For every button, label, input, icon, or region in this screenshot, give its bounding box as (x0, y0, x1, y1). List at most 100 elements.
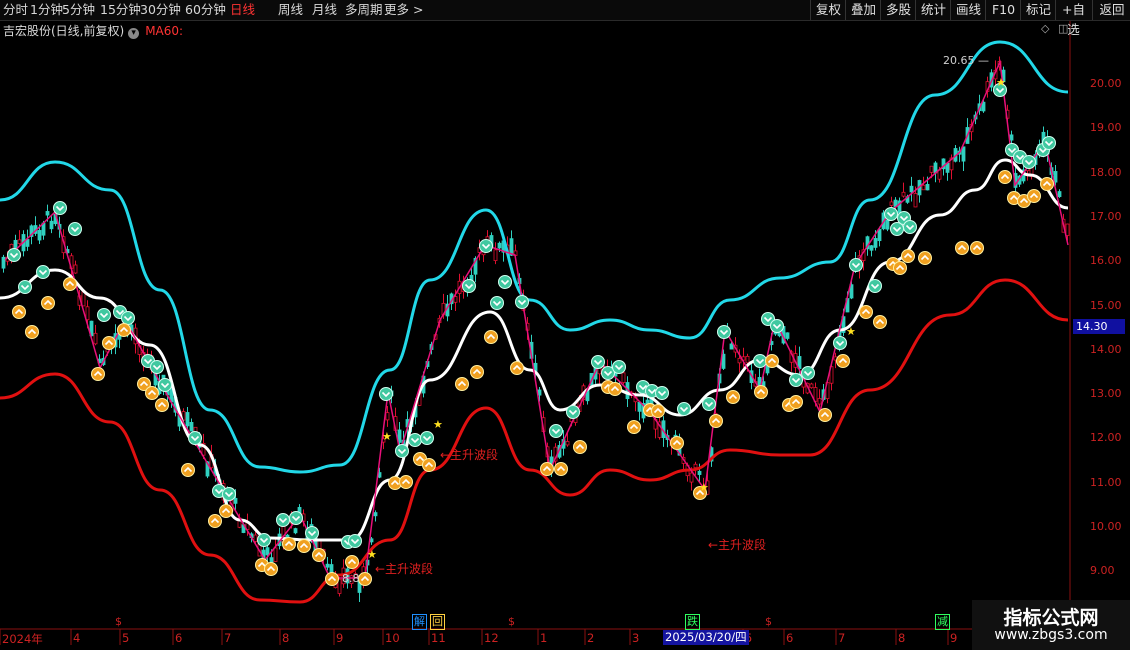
sell-signal-icon (655, 386, 669, 400)
period-tab-1[interactable]: 1分钟 (30, 0, 63, 20)
period-tab-4[interactable]: 30分钟 (140, 0, 181, 20)
sell-signal-icon (395, 444, 409, 458)
candle (809, 383, 814, 389)
kline-chart[interactable]: ★★★★★★ (0, 0, 1130, 650)
price-tick: 12.00 (1090, 431, 1122, 445)
date-tick: 10 (385, 631, 400, 645)
sell-signal-icon (18, 280, 32, 294)
buy-signal-icon (455, 377, 469, 391)
sell-signal-icon (612, 360, 626, 374)
candle (929, 165, 934, 173)
info-icon[interactable]: ▾ (128, 28, 140, 39)
candle (293, 528, 298, 534)
wave-label: ←主升波段 (440, 448, 499, 462)
buy-signal-icon (754, 385, 768, 399)
toolbar-button-2[interactable]: 多股 (880, 0, 916, 20)
buy-signal-icon (155, 398, 169, 412)
date-tick: 8 (282, 631, 290, 645)
period-tab-7[interactable]: 周线 (278, 0, 303, 20)
candle (385, 412, 390, 421)
event-marker[interactable]: 解 (412, 614, 427, 630)
candle (17, 239, 22, 244)
candle (873, 238, 878, 248)
toolbar-button-6[interactable]: 标记 (1020, 0, 1056, 20)
candle (925, 183, 930, 191)
buy-signal-icon (970, 241, 984, 255)
toolbar-button-7[interactable]: +自选 (1055, 0, 1091, 37)
buy-signal-icon (554, 462, 568, 476)
candle (901, 191, 906, 197)
sell-signal-icon (305, 526, 319, 540)
period-tab-8[interactable]: 月线 (312, 0, 337, 20)
buy-signal-icon (181, 463, 195, 477)
dividend-marker[interactable]: $ (765, 615, 772, 628)
candle (537, 389, 542, 396)
candle (1065, 223, 1070, 236)
toolbar-button-1[interactable]: 叠加 (845, 0, 881, 20)
sell-signal-icon (408, 433, 422, 447)
buy-signal-icon (789, 395, 803, 409)
buy-signal-icon (422, 458, 436, 472)
window-icon[interactable]: ◫ (1058, 22, 1068, 35)
buy-signal-icon (358, 572, 372, 586)
date-tick: 7 (838, 631, 846, 645)
buy-signal-icon (573, 440, 587, 454)
buy-signal-icon (12, 305, 26, 319)
candle (729, 343, 734, 350)
wave-label: ←主升波段 (708, 538, 767, 552)
toolbar-button-3[interactable]: 统计 (915, 0, 951, 20)
diamond-icon[interactable]: ◇ (1041, 22, 1049, 35)
buy-signal-icon (670, 436, 684, 450)
candle (497, 242, 502, 249)
date-tick: 9 (950, 631, 958, 645)
event-marker[interactable]: 跌 (685, 614, 700, 630)
star-icon: ★ (846, 325, 856, 338)
candle (981, 101, 986, 112)
sell-signal-icon (591, 355, 605, 369)
candle (637, 401, 642, 412)
high-price-label: 20.65 — (943, 54, 989, 67)
date-tick: 2 (587, 631, 595, 645)
period-tab-6[interactable]: 日线 (230, 0, 255, 20)
buy-signal-icon (818, 408, 832, 422)
buy-signal-icon (510, 361, 524, 375)
event-marker[interactable]: 减 (935, 614, 950, 630)
sell-signal-icon (566, 405, 580, 419)
buy-signal-icon (873, 315, 887, 329)
dividend-marker[interactable]: $ (508, 615, 515, 628)
sell-signal-icon (188, 431, 202, 445)
sell-signal-icon (498, 275, 512, 289)
date-tick: 5 (122, 631, 130, 645)
sell-signal-icon (222, 487, 236, 501)
buy-signal-icon (1040, 177, 1054, 191)
buy-signal-icon (726, 390, 740, 404)
toolbar-button-0[interactable]: 复权 (810, 0, 846, 20)
last-price-badge: 14.30 (1073, 319, 1125, 334)
period-tab-2[interactable]: 5分钟 (62, 0, 95, 20)
price-tick: 10.00 (1090, 520, 1122, 533)
buy-signal-icon (297, 539, 311, 553)
buy-signal-icon (325, 572, 339, 586)
dividend-marker[interactable]: $ (115, 615, 122, 628)
period-tab-10[interactable]: 更多 > (384, 0, 423, 20)
period-tab-3[interactable]: 15分钟 (100, 0, 141, 20)
toolbar-button-4[interactable]: 画线 (950, 0, 986, 20)
toolbar-button-5[interactable]: F10 (985, 0, 1021, 20)
sell-signal-icon (462, 279, 476, 293)
buy-signal-icon (117, 323, 131, 337)
candle (81, 291, 86, 307)
sell-signal-icon (549, 424, 563, 438)
toolbar-button-8[interactable]: 返回 (1092, 0, 1130, 20)
candle (45, 211, 50, 216)
period-tab-5[interactable]: 60分钟 (185, 0, 226, 20)
wave-label: ←主升波段 (375, 562, 434, 576)
sell-signal-icon (789, 373, 803, 387)
buy-signal-icon (651, 404, 665, 418)
event-marker[interactable]: 回 (430, 614, 445, 630)
star-icon: ★ (382, 430, 392, 443)
period-tab-9[interactable]: 多周期 (345, 0, 383, 20)
candle (25, 239, 30, 247)
period-tab-0[interactable]: 分时 (3, 0, 28, 20)
buy-signal-icon (345, 555, 359, 569)
candle (93, 332, 98, 345)
